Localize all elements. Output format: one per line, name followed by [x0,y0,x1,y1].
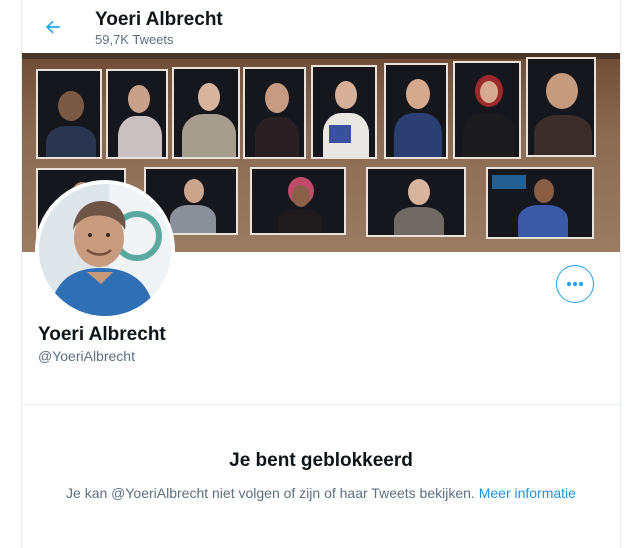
page: Yoeri Albrecht 59,7K Tweets Yoeri Albrec… [0,0,635,548]
banner-photo [243,67,306,159]
profile-header: Yoeri Albrecht 59,7K Tweets [22,0,620,53]
banner-photo [453,61,521,159]
more-info-link[interactable]: Meer informatie [479,485,576,501]
banner-photo [384,63,448,159]
banner-photo [311,65,377,159]
banner-photo [106,69,168,159]
profile-column: Yoeri Albrecht 59,7K Tweets Yoeri Albrec… [21,0,621,548]
banner-photo [486,167,594,239]
more-options-button[interactable] [556,265,594,303]
tweet-count: 59,7K Tweets [95,32,174,47]
arrow-left-icon [46,20,60,34]
banner-photo [250,167,346,235]
more-dots-icon [567,282,583,286]
profile-name: Yoeri Albrecht [38,324,166,345]
back-button[interactable] [36,10,70,44]
header-title: Yoeri Albrecht [95,9,223,30]
profile-handle: @YoeriAlbrecht [38,348,135,364]
banner-photo [526,57,596,157]
section-divider [22,404,620,405]
banner-photo [172,67,240,159]
banner-photo [36,69,102,159]
blocked-message-line: Je kan @YoeriAlbrecht niet volgen of zij… [22,484,620,502]
banner-photo [366,167,466,237]
avatar-photo [39,184,171,316]
profile-avatar[interactable] [35,180,175,320]
blocked-title: Je bent geblokkeerd [229,450,413,471]
blocked-message: Je kan @YoeriAlbrecht niet volgen of zij… [66,485,475,501]
